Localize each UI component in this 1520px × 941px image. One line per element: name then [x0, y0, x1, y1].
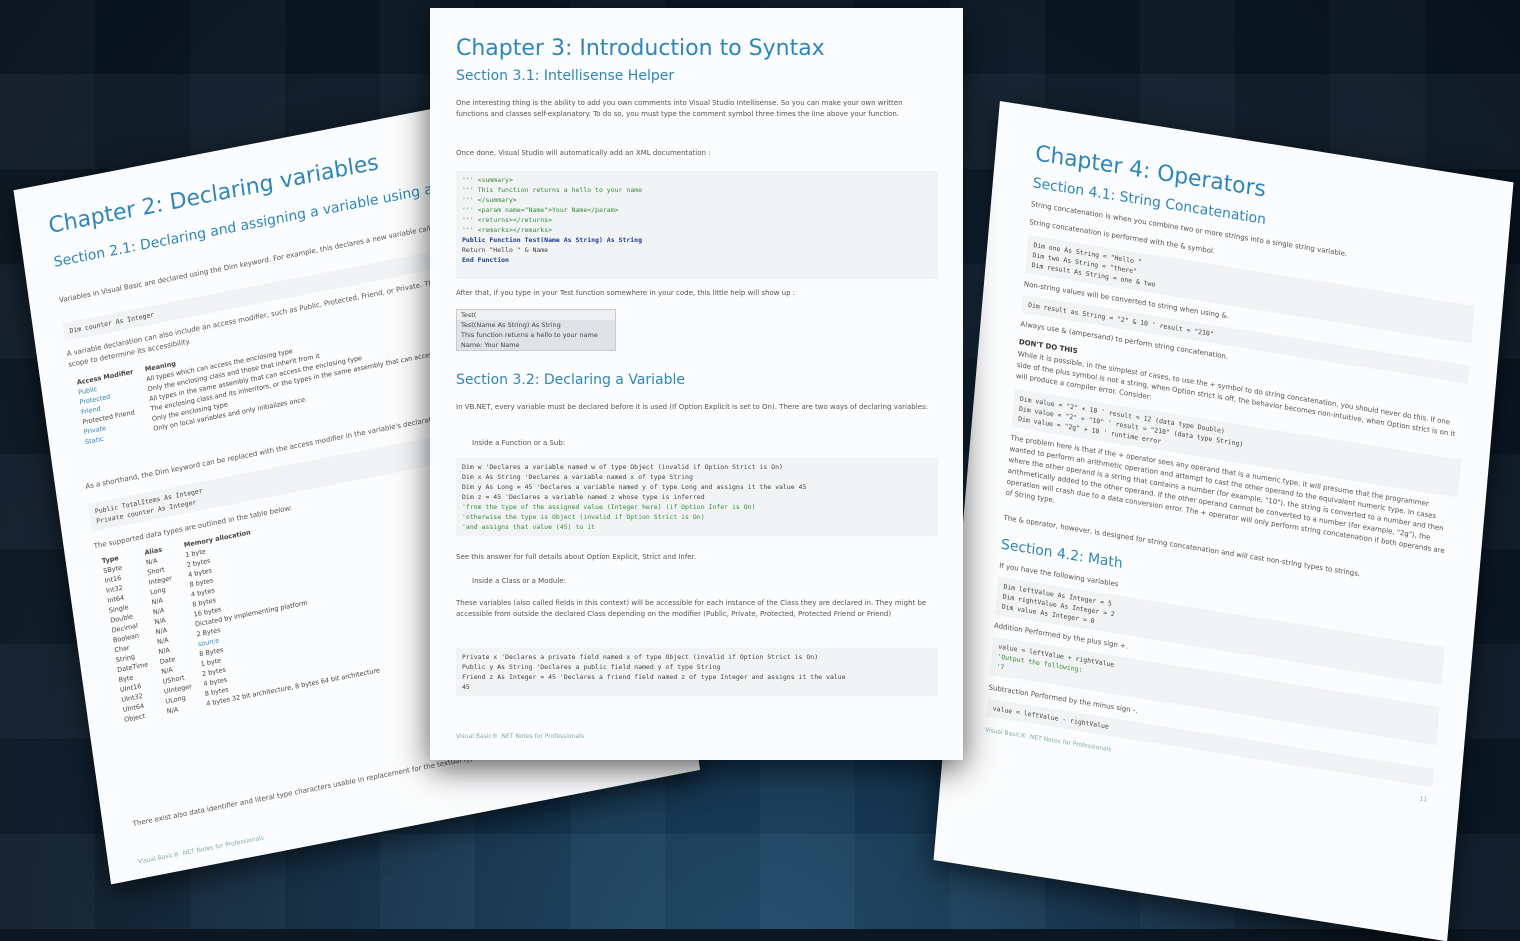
tooltip-line: This function returns a hello to your na… [457, 330, 615, 340]
page-chapter-3: Chapter 3: Introduction to Syntax Sectio… [430, 8, 963, 760]
code-line: Dim y As Long = 45 'Declares a variable … [462, 483, 807, 491]
code-line: 'and assigns that value (45) to it [462, 523, 596, 531]
code-line: End Function [462, 256, 509, 264]
chapter-title: Chapter 3: Introduction to Syntax [456, 36, 825, 61]
paragraph: These variables (also called fields in t… [456, 599, 927, 618]
bullet-item: Inside a Class or a Module: [472, 577, 566, 585]
code-line: 45 [462, 683, 470, 691]
code-line: Private x 'Declares a private field name… [462, 653, 819, 661]
paragraph: One interesting thing is the ability to … [456, 99, 903, 118]
paragraph: See this answer for full details about O… [456, 553, 697, 561]
tooltip-line: Name: Your Name [457, 340, 615, 350]
page-footer: Visual Basic® .NET Notes for Professiona… [456, 733, 584, 740]
code-line: Public y As String 'Declares a public fi… [462, 663, 721, 671]
code-line: ''' <param name="Name">Your Name</param> [462, 206, 619, 214]
code-line: Public Function Test(Name As String) As … [462, 236, 643, 244]
code-line: Dim x As String 'Declares a variable nam… [462, 473, 693, 481]
intellisense-tooltip: Test( Test(Name As String) As String Thi… [456, 309, 616, 351]
paragraph: After that, if you type in your Test fun… [456, 289, 796, 297]
page-number: 11 [1419, 795, 1428, 804]
code-line: 'otherwise the type is Object (invalid i… [462, 513, 705, 521]
tooltip-line: Test(Name As String) As String [457, 320, 615, 330]
page-chapter-4: Chapter 4: Operators Section 4.1: String… [933, 101, 1514, 941]
code-block: ''' <summary> ''' This function returns … [456, 171, 938, 279]
paragraph: In VB.NET, every variable must be declar… [456, 403, 928, 411]
paragraph: Once done, Visual Studio will automatica… [456, 149, 711, 157]
bullet-item: Inside a Function or a Sub: [472, 439, 566, 447]
code-block: Private x 'Declares a private field name… [456, 648, 938, 696]
code-line: ''' </summary> [462, 196, 517, 204]
section-title: Section 3.2: Declaring a Variable [456, 372, 686, 388]
code-line: Friend z As Integer = 45 'Declares a fri… [462, 673, 846, 681]
code-line: Return "Hello " & Name [462, 246, 549, 254]
code-line: 'from the type of the assigned value (In… [462, 503, 756, 511]
code-block: Dim w 'Declares a variable named w of ty… [456, 458, 938, 536]
code-line: ''' This function returns a hello to you… [462, 186, 643, 194]
code-line: Dim w 'Declares a variable named w of ty… [462, 463, 783, 471]
code-line: ''' <returns></returns> [462, 216, 553, 224]
code-line: ''' <remarks></remarks> [462, 226, 553, 234]
code-line: ''' <summary> [462, 176, 513, 184]
tooltip-line: Test( [461, 311, 477, 319]
section-title: Section 3.1: Intellisense Helper [456, 68, 675, 84]
code-line: Dim z = 45 'Declares a variable named z … [462, 493, 705, 501]
